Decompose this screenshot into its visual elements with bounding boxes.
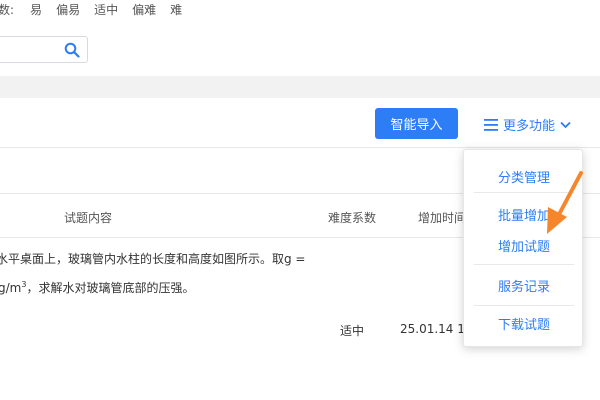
menu-item-batch-add[interactable]: 批量增加 [464,205,584,224]
more-functions-dropdown: 分类管理 批量增加 增加试题 服务记录 下载试题 [463,149,583,347]
difficulty-filter: 数: 易 偏易 适中 偏难 难 [0,0,182,18]
menu-item-download-questions[interactable]: 下载试题 [464,314,584,333]
column-header-content: 试题内容 [64,211,113,225]
menu-item-category-management[interactable]: 分类管理 [464,167,584,186]
menu-divider [474,305,574,306]
menu-item-service-records[interactable]: 服务记录 [464,276,584,295]
more-functions-label: 更多功能 [503,119,556,134]
question-difficulty: 适中 [340,324,365,338]
menu-divider [474,264,574,265]
difficulty-option-hard[interactable]: 难 [170,1,182,18]
chevron-down-icon [560,121,571,128]
question-text-line2: g/m3，求解水对玻璃管底部的压强。 [0,279,194,296]
menu-icon [484,118,498,131]
difficulty-option-fairly-easy[interactable]: 偏易 [56,1,80,18]
difficulty-option-medium[interactable]: 适中 [94,1,118,18]
search-input[interactable] [0,36,88,63]
question-text-line2-rest: ，求解水对玻璃管底部的压强。 [26,281,195,295]
menu-item-add-question[interactable]: 增加试题 [464,236,584,255]
question-unit: g/m [0,281,22,295]
column-header-difficulty: 难度系数 [328,211,377,225]
question-added-time: 25.01.14 15 [400,322,473,336]
toolbar: 智能导入 更多功能 [0,98,600,148]
difficulty-option-easy[interactable]: 易 [30,1,42,18]
search-icon[interactable] [64,42,80,58]
more-functions-button[interactable]: 更多功能 [484,115,571,134]
question-text-line1: 水平桌面上，玻璃管内水柱的长度和高度如图所示。取g = [0,252,306,266]
difficulty-filter-label: 数: [0,2,15,17]
smart-import-button[interactable]: 智能导入 [375,108,458,139]
filter-panel: 数: 易 偏易 适中 偏难 难 [0,0,600,76]
difficulty-option-fairly-hard[interactable]: 偏难 [132,1,156,18]
column-header-time: 增加时间 [418,211,467,225]
menu-divider [474,192,574,193]
